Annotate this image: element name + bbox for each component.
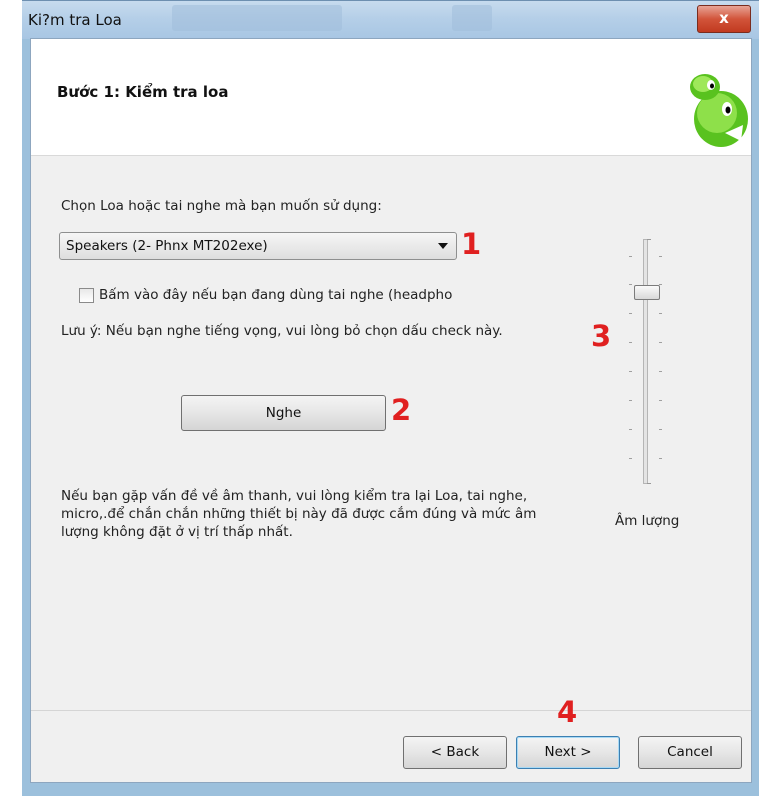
headphone-checkbox[interactable] — [79, 288, 94, 303]
footer-divider — [31, 710, 751, 711]
title-bar-glass-decoration — [172, 5, 342, 31]
dropdown-arrow-icon — [438, 243, 448, 249]
step-title: Bước 1: Kiểm tra loa — [57, 83, 229, 101]
annotation-number-3: 3 — [591, 319, 612, 353]
volume-label: Âm lượng — [615, 513, 680, 529]
volume-slider-track[interactable] — [643, 239, 648, 484]
mascot-logo-icon — [690, 74, 748, 147]
wizard-header: Bước 1: Kiểm tra loa — [31, 39, 751, 156]
volume-tick — [629, 400, 632, 401]
volume-tick — [629, 458, 632, 459]
speaker-prompt-label: Chọn Loa hoặc tai nghe mà bạn muốn sử dụ… — [61, 198, 382, 214]
volume-tick — [659, 342, 662, 343]
close-button[interactable]: x — [697, 5, 751, 33]
cancel-button[interactable]: Cancel — [638, 736, 742, 769]
volume-slider-cap — [647, 239, 651, 240]
volume-tick — [629, 429, 632, 430]
volume-tick — [629, 284, 632, 285]
headphone-checkbox-label[interactable]: Bấm vào đây nếu bạn đang dùng tai nghe (… — [99, 286, 452, 304]
help-text: Nếu bạn gặp vấn đề về âm thanh, vui lòng… — [61, 488, 537, 540]
next-button[interactable]: Next > — [516, 736, 620, 769]
volume-slider-cap — [647, 483, 651, 484]
volume-tick — [659, 400, 662, 401]
echo-note: Lưu ý: Nếu bạn nghe tiếng vọng, vui lòng… — [61, 323, 503, 339]
volume-tick — [629, 256, 632, 257]
listen-button-label: Nghe — [265, 405, 302, 421]
next-button-label: Next > — [544, 744, 592, 760]
volume-tick — [659, 458, 662, 459]
volume-tick — [629, 313, 632, 314]
annotation-number-2: 2 — [391, 393, 412, 427]
back-button-label: < Back — [430, 744, 480, 760]
volume-tick — [629, 371, 632, 372]
annotation-number-1: 1 — [461, 227, 482, 261]
dialog-window: Ki?m tra Loa x Bước 1: Kiểm tra loa Chọn… — [22, 0, 759, 796]
volume-slider-thumb[interactable] — [634, 285, 660, 300]
title-bar-glass-decoration — [452, 5, 492, 31]
volume-tick — [659, 256, 662, 257]
back-button[interactable]: < Back — [403, 736, 507, 769]
window-title: Ki?m tra Loa — [28, 11, 122, 29]
volume-tick — [659, 429, 662, 430]
volume-tick — [659, 313, 662, 314]
annotation-number-4: 4 — [557, 695, 578, 729]
cancel-button-label: Cancel — [667, 744, 713, 760]
speaker-dropdown[interactable]: Speakers (2- Phnx MT202exe) — [59, 232, 457, 260]
title-bar[interactable]: Ki?m tra Loa x — [22, 0, 759, 39]
left-background-strip — [0, 0, 23, 796]
dialog-content: Bước 1: Kiểm tra loa Chọn Loa hoặc tai n… — [30, 38, 752, 783]
close-icon: x — [719, 9, 729, 27]
listen-button[interactable]: Nghe — [181, 395, 386, 431]
volume-tick — [629, 342, 632, 343]
volume-tick — [659, 371, 662, 372]
speaker-dropdown-value: Speakers (2- Phnx MT202exe) — [66, 238, 268, 254]
